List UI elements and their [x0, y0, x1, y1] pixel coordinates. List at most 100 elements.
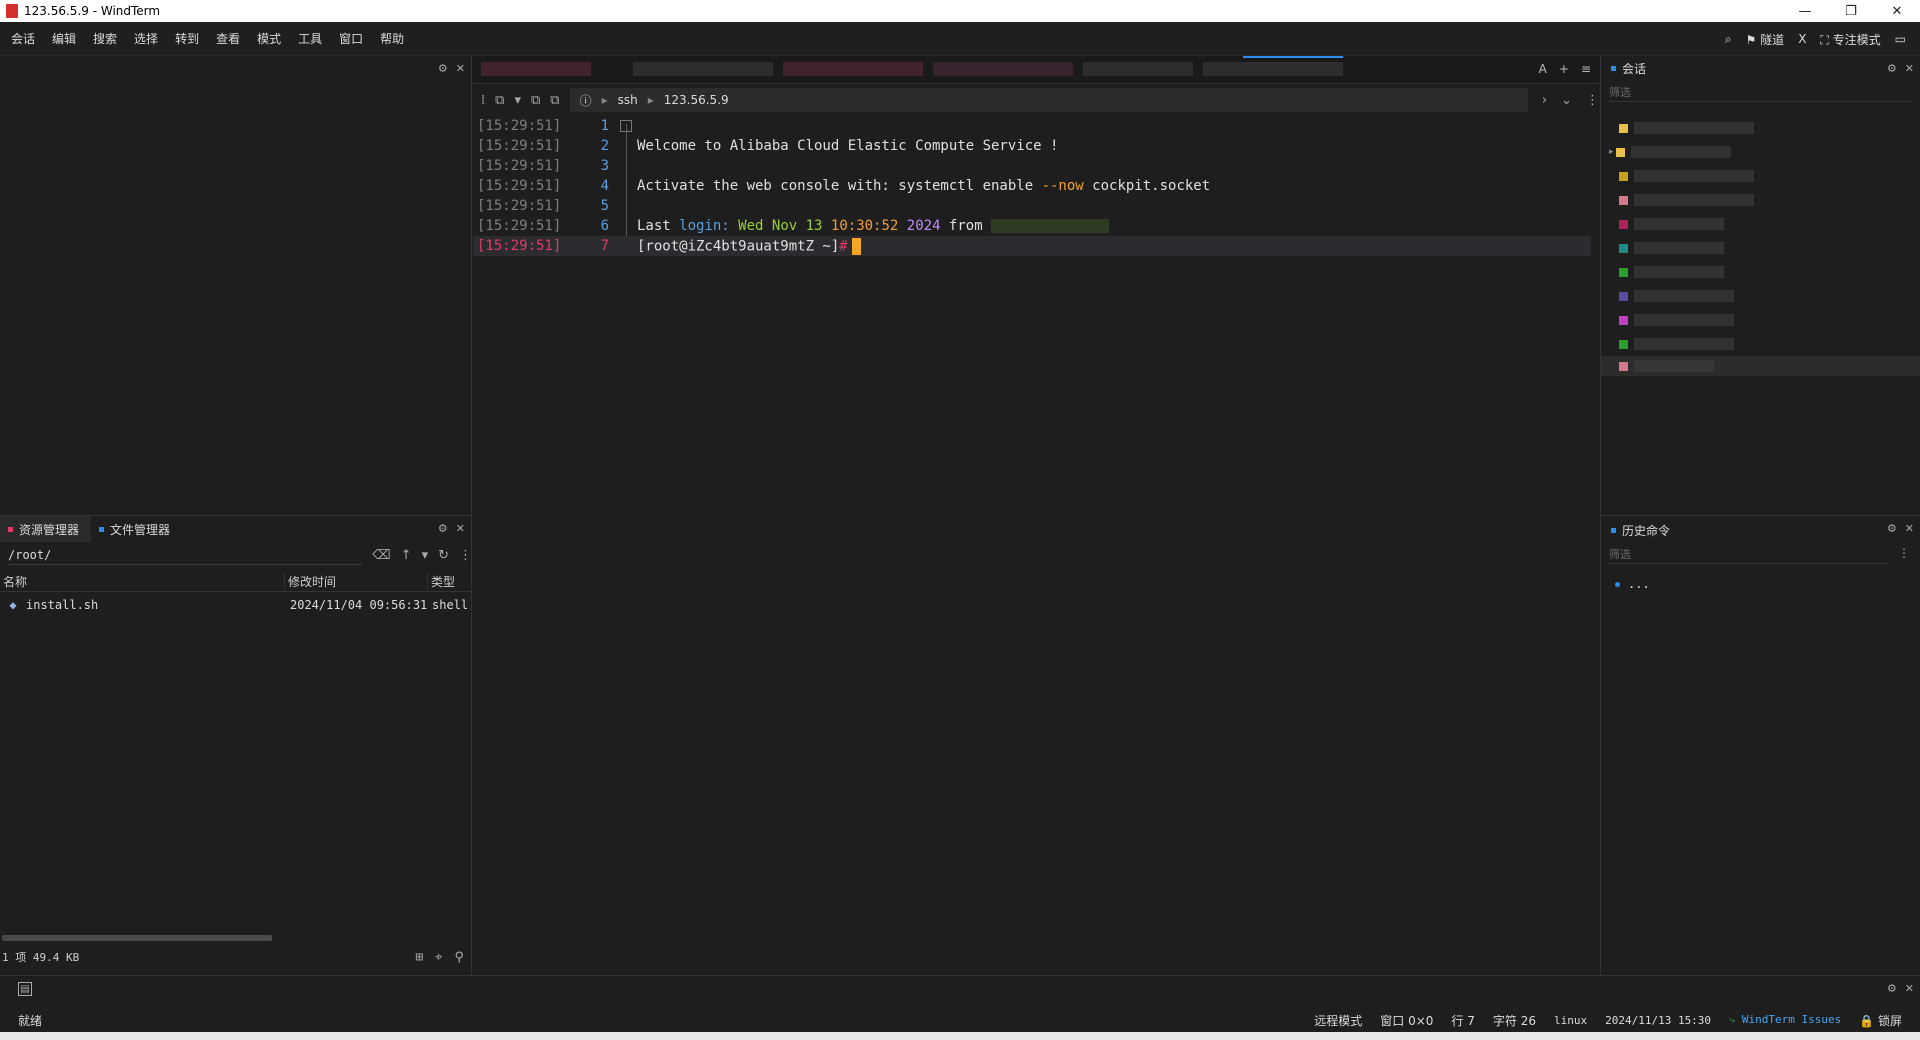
breadcrumb-arrow-icon: ▸ [647, 93, 654, 107]
terminal-line-current: [15:29:51] 7 [root@iZc4bt9auat9mtZ ~]# [473, 236, 1591, 256]
clear-path-icon[interactable]: ⌫ [372, 548, 390, 563]
redacted-session-name [1630, 146, 1731, 158]
column-modified[interactable]: 修改时间 [284, 573, 427, 590]
terminal-line: [15:29:51] 1 [473, 116, 1591, 136]
horizontal-scrollbar[interactable] [2, 935, 272, 941]
duplicate-session-icon[interactable]: ⧉ [531, 93, 540, 108]
gear-icon[interactable]: ⚙ [1887, 982, 1897, 995]
status-line[interactable]: 行 7 [1451, 1012, 1474, 1029]
breadcrumb-protocol[interactable]: ssh [618, 93, 638, 107]
x-button[interactable]: X [1798, 32, 1806, 46]
session-item[interactable] [1611, 286, 1911, 306]
menu-window[interactable]: 窗口 [328, 30, 369, 47]
close-icon[interactable]: ✕ [1905, 522, 1914, 535]
session-item[interactable] [1611, 334, 1911, 354]
session-item[interactable] [1611, 214, 1911, 234]
terminal-output[interactable]: [15:29:51] 1 [15:29:51] 2 Welcome to Ali… [473, 116, 1599, 976]
more-icon[interactable]: ⋮ [459, 548, 472, 563]
close-button[interactable]: ✕ [1874, 0, 1920, 22]
session-item[interactable] [1611, 166, 1911, 186]
gear-icon[interactable]: ⚙ [438, 62, 448, 75]
tab-menu-icon[interactable]: ≡ [1581, 62, 1591, 76]
status-os[interactable]: linux [1554, 1014, 1587, 1027]
layout-icon[interactable]: ▭ [1895, 32, 1906, 46]
file-type: shell [432, 598, 469, 612]
session-tab[interactable] [1203, 62, 1343, 76]
menu-select[interactable]: 选择 [123, 30, 164, 47]
session-item[interactable] [1611, 238, 1911, 258]
up-directory-icon[interactable]: ↑ [401, 548, 412, 563]
status-window-size[interactable]: 窗口 0×0 [1380, 1012, 1433, 1029]
chevron-right-icon[interactable]: › [1542, 93, 1547, 108]
gear-icon[interactable]: ⚙ [1887, 522, 1897, 535]
gear-icon[interactable]: ⚙ [438, 522, 448, 535]
new-session-icon[interactable]: ⧉ [495, 93, 504, 108]
menu-search[interactable]: 搜索 [82, 30, 123, 47]
output-icon[interactable]: ▤ [18, 982, 32, 996]
chevron-down-icon[interactable]: ▾ [514, 93, 521, 108]
session-item[interactable] [1611, 118, 1911, 138]
path-input[interactable]: /root/ [8, 545, 363, 565]
session-item[interactable]: ▸ [1609, 142, 1911, 162]
session-address[interactable]: ⓘ ▸ ssh ▸ 123.56.5.9 [569, 88, 1528, 112]
close-icon[interactable]: ✕ [456, 62, 465, 75]
menu-view[interactable]: 查看 [205, 30, 246, 47]
status-char[interactable]: 字符 26 [1493, 1012, 1536, 1029]
history-item[interactable]: ... [1611, 574, 1650, 594]
shell-file-icon: ◆ [9, 598, 17, 612]
minimize-button[interactable]: — [1782, 0, 1828, 22]
breadcrumb-host[interactable]: 123.56.5.9 [664, 93, 729, 107]
file-row[interactable]: ◆ install.sh 2024/11/04 09:56:31 shell [0, 595, 472, 615]
session-tab[interactable] [1083, 62, 1193, 76]
tab-file-manager[interactable]: 文件管理器 [91, 516, 182, 542]
add-tab-icon[interactable]: + [1559, 62, 1569, 76]
column-type[interactable]: 类型 [427, 573, 472, 590]
session-tab[interactable] [783, 62, 923, 76]
menu-mode[interactable]: 模式 [246, 30, 287, 47]
session-tab[interactable] [933, 62, 1073, 76]
sessions-filter-input[interactable]: 筛选 [1609, 82, 1912, 102]
redacted-session-name [1634, 122, 1754, 134]
menu-goto[interactable]: 转到 [164, 30, 205, 47]
close-icon[interactable]: ✕ [1905, 982, 1914, 995]
more-icon[interactable]: ⋮ [1898, 546, 1910, 560]
new-folder-icon[interactable]: ⊞ [415, 950, 423, 965]
tunnel-button[interactable]: ⚑ 隧道 [1746, 31, 1785, 48]
location-icon[interactable]: ⌖ [435, 950, 442, 965]
font-icon[interactable]: A [1539, 62, 1547, 76]
tab-resource-manager[interactable]: 资源管理器 [0, 516, 92, 542]
menu-session[interactable]: 会话 [0, 30, 41, 47]
sessions-panel: 会话 ⚙ ✕ 筛选 ▸ [1600, 56, 1920, 515]
session-item[interactable] [1611, 310, 1911, 330]
menu-help[interactable]: 帮助 [369, 30, 410, 47]
status-datetime[interactable]: 2024/11/13 15:30 [1605, 1014, 1711, 1027]
session-tab[interactable] [633, 62, 773, 76]
focus-mode-button[interactable]: ⛶ 专注模式 [1820, 31, 1880, 48]
close-icon[interactable]: ✕ [1905, 62, 1914, 75]
close-icon[interactable]: ✕ [456, 522, 465, 535]
session-item[interactable] [1611, 190, 1911, 210]
refresh-icon[interactable]: ↻ [438, 548, 449, 563]
prompt-hash: # [839, 238, 848, 254]
clone-session-icon[interactable]: ⧉ [550, 93, 559, 108]
more-icon[interactable]: ⋮ [1586, 93, 1599, 108]
terminal-panel: A + ≡ ⁞ ⧉ ▾ ⧉ ⧉ ⓘ ▸ ssh ▸ 123.56.5.9 › ⌄… [473, 56, 1599, 975]
drag-handle-icon[interactable]: ⁞ [481, 93, 485, 108]
session-item[interactable] [1611, 262, 1911, 282]
session-item-selected[interactable] [1601, 356, 1920, 376]
chevron-down-icon[interactable]: ⌄ [1561, 93, 1572, 108]
session-tab[interactable] [481, 62, 591, 76]
status-mode[interactable]: 远程模式 [1314, 1012, 1362, 1029]
lock-screen-button[interactable]: 🔒 锁屏 [1859, 1012, 1902, 1029]
windterm-issues-link[interactable]: ⤷ WindTerm Issues [1729, 1013, 1841, 1027]
column-name[interactable]: 名称 [0, 573, 284, 590]
menu-edit[interactable]: 编辑 [41, 30, 82, 47]
menu-tools[interactable]: 工具 [287, 30, 328, 47]
search-icon[interactable]: ⌕ [1725, 32, 1732, 47]
maximize-button[interactable]: ❐ [1828, 0, 1874, 22]
chevron-down-icon[interactable]: ▾ [422, 548, 429, 563]
locate-user-icon[interactable]: ⚲ [454, 950, 464, 965]
history-filter-input[interactable]: 筛选 [1609, 544, 1890, 564]
info-icon[interactable]: ⓘ [580, 92, 592, 109]
gear-icon[interactable]: ⚙ [1887, 62, 1897, 75]
